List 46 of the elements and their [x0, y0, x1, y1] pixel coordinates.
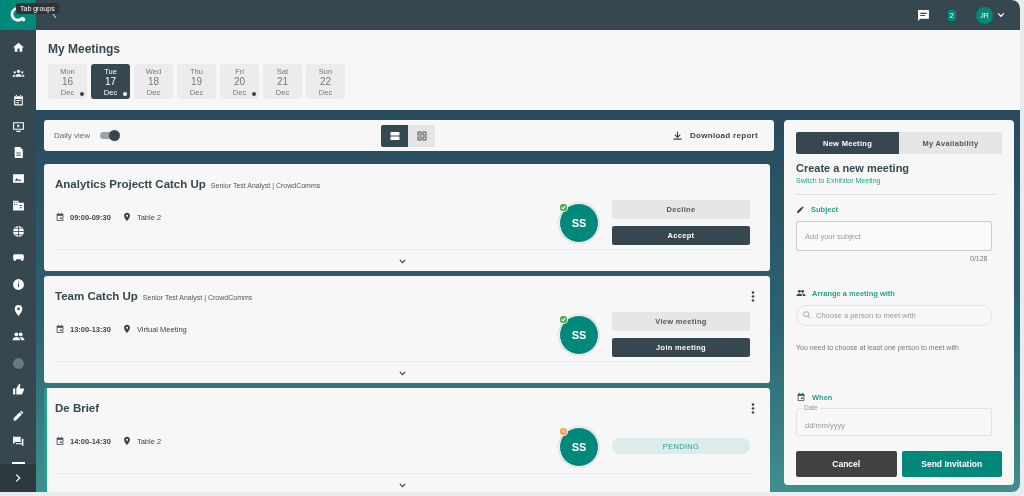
location-pin-icon — [121, 436, 132, 446]
calendar-icon[interactable] — [11, 93, 25, 107]
caret-icon[interactable] — [996, 10, 1006, 20]
list-view-button[interactable] — [381, 124, 408, 147]
daily-view-toggle[interactable] — [100, 132, 118, 139]
notification-badge[interactable]: 2 — [947, 9, 956, 21]
chat-icon[interactable] — [916, 8, 930, 22]
pencil-icon[interactable] — [11, 409, 25, 423]
building-icon[interactable] — [11, 198, 25, 212]
meeting-title: Team Catch Up — [55, 290, 138, 302]
calendar-icon — [55, 324, 65, 334]
more-menu-icon[interactable] — [751, 290, 755, 302]
list-view-icon — [388, 129, 401, 142]
chevron-right-icon — [13, 473, 23, 483]
cancel-button[interactable]: Cancel — [796, 451, 897, 477]
meeting-title: De Brief — [55, 402, 100, 414]
send-invitation-button[interactable]: Send Invitation — [901, 451, 1002, 477]
participant-avatar: SS — [559, 203, 599, 243]
page-title: My Meetings — [48, 42, 121, 56]
grid-view-icon — [415, 129, 428, 142]
participant-avatar: SS — [559, 315, 599, 355]
search-icon — [802, 309, 812, 320]
participant-avatar: SS — [559, 427, 599, 467]
calendar-icon — [796, 392, 806, 402]
grid-view-button[interactable] — [408, 124, 435, 147]
info-icon[interactable] — [11, 277, 25, 291]
home-icon[interactable] — [11, 41, 25, 54]
download-icon — [671, 130, 683, 141]
expand-chevron-icon[interactable] — [398, 481, 407, 490]
daily-view-label: Daily view — [54, 131, 90, 140]
image-icon[interactable] — [11, 172, 25, 186]
meeting-title: Analytics Projectt Catch Up — [55, 178, 206, 190]
panel-heading: Create a new meeting — [796, 162, 911, 174]
globe-icon[interactable] — [11, 225, 25, 239]
people-icon — [796, 288, 806, 298]
expand-chevron-icon[interactable] — [398, 257, 407, 266]
calendar-icon — [55, 436, 65, 446]
more-menu-icon[interactable] — [751, 402, 755, 414]
location-pin-icon — [121, 212, 132, 222]
thumb-icon[interactable] — [11, 382, 25, 396]
expand-chevron-icon[interactable] — [398, 369, 407, 378]
pencil-icon — [796, 205, 805, 214]
location-pin-icon — [121, 324, 132, 334]
calendar-icon — [55, 212, 65, 222]
download-report-button[interactable]: Download report — [665, 129, 764, 142]
tv-icon[interactable] — [11, 119, 25, 133]
